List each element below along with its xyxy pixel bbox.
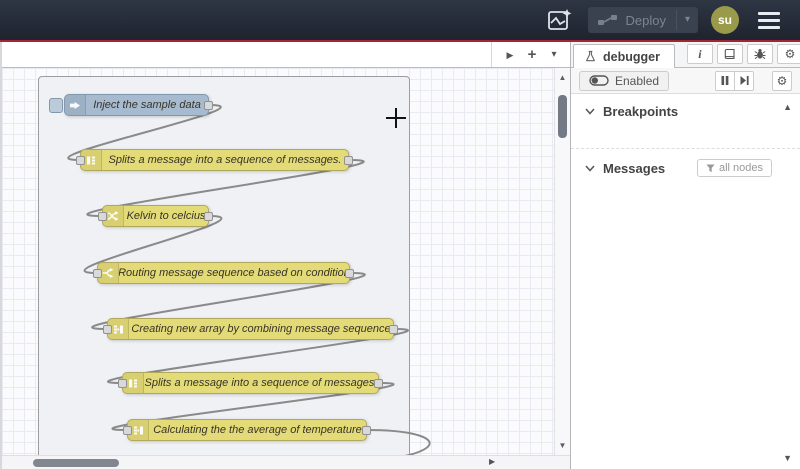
canvas-horizontal-scrollbar[interactable]: ▶ xyxy=(2,455,570,469)
messages-section-header[interactable]: Messages all nodes xyxy=(571,149,800,184)
toggle-icon xyxy=(589,75,609,86)
scroll-down-icon[interactable]: ▼ xyxy=(783,453,792,463)
debugger-panel: Breakpoints Messages all nodes ▲ ▼ xyxy=(571,94,800,469)
node-label: Calculating the the average of temperatu… xyxy=(153,424,362,436)
horizontal-scroll-thumb[interactable] xyxy=(33,459,119,467)
filter-label: all nodes xyxy=(718,162,763,174)
workspace: ▶ + ▾ Inject the sample data Splits a me… xyxy=(0,42,570,469)
node-label: Kelvin to celcius xyxy=(126,210,206,222)
input-port[interactable] xyxy=(98,212,107,221)
header-bar: Deploy ▾ su xyxy=(0,0,800,40)
breakpoints-empty-list xyxy=(571,126,800,149)
node-split[interactable]: Splits a message into a sequence of mess… xyxy=(76,149,353,171)
node-change[interactable]: Kelvin to celcius xyxy=(98,205,213,227)
help-tab-button[interactable] xyxy=(716,44,743,64)
deploy-node-icon xyxy=(597,15,617,25)
sidebar: debugger i ⚙ Enabled ⚙ Breakpoints Messa… xyxy=(570,42,800,469)
bug-icon xyxy=(754,49,766,60)
flow-tab-bar: ▶ + ▾ xyxy=(2,42,570,68)
node-split[interactable]: Splits a message into a sequence of mess… xyxy=(118,372,383,394)
node-label: Splits a message into a sequence of mess… xyxy=(144,377,378,389)
node-switch[interactable]: Routing message sequence based on condit… xyxy=(93,262,354,284)
tabbar-tools: ▶ + ▾ xyxy=(491,42,570,67)
filter-icon xyxy=(706,163,715,172)
node-label: Splits a message into a sequence of mess… xyxy=(108,154,342,166)
hamburger-icon xyxy=(758,11,780,15)
info-tab-button[interactable]: i xyxy=(686,44,713,64)
debug-tab-button[interactable] xyxy=(746,44,773,64)
output-port[interactable] xyxy=(374,379,383,388)
tab-scroll-right-button[interactable]: ▶ xyxy=(500,45,520,65)
scroll-right-icon[interactable]: ▶ xyxy=(489,457,495,466)
scroll-up-icon[interactable]: ▲ xyxy=(555,73,570,82)
step-button[interactable] xyxy=(734,70,754,91)
breakpoints-title: Breakpoints xyxy=(603,104,679,119)
pause-icon xyxy=(721,76,729,85)
flow-canvas[interactable]: Inject the sample data Splits a message … xyxy=(2,68,570,455)
input-port[interactable] xyxy=(123,426,132,435)
enabled-label: Enabled xyxy=(615,73,660,88)
output-port[interactable] xyxy=(204,101,213,110)
step-forward-icon xyxy=(740,76,749,85)
deploy-options-caret[interactable]: ▾ xyxy=(675,10,698,30)
add-flow-button[interactable]: + xyxy=(522,45,542,65)
vertical-scroll-thumb[interactable] xyxy=(558,95,567,138)
tab-debugger-label: debugger xyxy=(603,49,660,64)
output-port[interactable] xyxy=(389,325,398,334)
node-inject[interactable]: Inject the sample data xyxy=(49,94,213,116)
input-port[interactable] xyxy=(76,156,85,165)
node-join[interactable]: Calculating the the average of temperatu… xyxy=(123,419,371,441)
node-red-app: Deploy ▾ su ▶ + ▾ Inject the sample data… xyxy=(0,0,800,469)
message-filter-button[interactable]: all nodes xyxy=(696,159,772,177)
user-avatar[interactable]: su xyxy=(711,6,739,34)
node-join[interactable]: Creating new array by combining message … xyxy=(103,318,398,340)
chevron-down-icon xyxy=(585,108,595,115)
inject-arrow-icon xyxy=(65,95,86,115)
breakpoints-section-header[interactable]: Breakpoints xyxy=(571,94,800,126)
node-label: Routing message sequence based on condit… xyxy=(119,267,349,279)
pause-button[interactable] xyxy=(715,70,735,91)
sidebar-tab-bar: debugger i ⚙ xyxy=(571,42,800,68)
tab-debugger[interactable]: debugger xyxy=(573,44,675,68)
sidebar-tab-tools: i ⚙ xyxy=(686,44,800,64)
deploy-button[interactable]: Deploy ▾ xyxy=(587,7,698,33)
input-port[interactable] xyxy=(93,269,102,278)
canvas-vertical-scrollbar[interactable]: ▲ ▼ xyxy=(554,68,570,455)
book-icon xyxy=(724,48,735,60)
flask-icon xyxy=(586,50,595,62)
debugger-toolbar: Enabled ⚙ xyxy=(571,68,800,94)
output-port[interactable] xyxy=(345,269,354,278)
scroll-up-icon[interactable]: ▲ xyxy=(783,102,792,112)
output-port[interactable] xyxy=(204,212,213,221)
output-port[interactable] xyxy=(362,426,371,435)
inject-trigger-button[interactable] xyxy=(49,98,63,113)
flow-sparkle-icon xyxy=(547,9,571,30)
scroll-down-icon[interactable]: ▼ xyxy=(555,441,570,450)
flow-list-button[interactable]: ▾ xyxy=(544,45,564,65)
input-port[interactable] xyxy=(103,325,112,334)
settings-tab-button[interactable]: ⚙ xyxy=(776,44,800,64)
chevron-down-icon xyxy=(585,165,595,172)
node-label: Inject the sample data xyxy=(93,99,201,111)
flow-assistant-button[interactable] xyxy=(545,5,575,35)
input-port[interactable] xyxy=(118,379,127,388)
messages-title: Messages xyxy=(603,160,666,176)
debugger-settings-button[interactable]: ⚙ xyxy=(772,70,792,91)
main-menu-button[interactable] xyxy=(752,8,786,33)
debugger-enabled-toggle[interactable]: Enabled xyxy=(579,70,670,91)
node-label: Creating new array by combining message … xyxy=(131,323,391,335)
output-port[interactable] xyxy=(344,156,353,165)
deploy-label: Deploy xyxy=(625,12,666,28)
